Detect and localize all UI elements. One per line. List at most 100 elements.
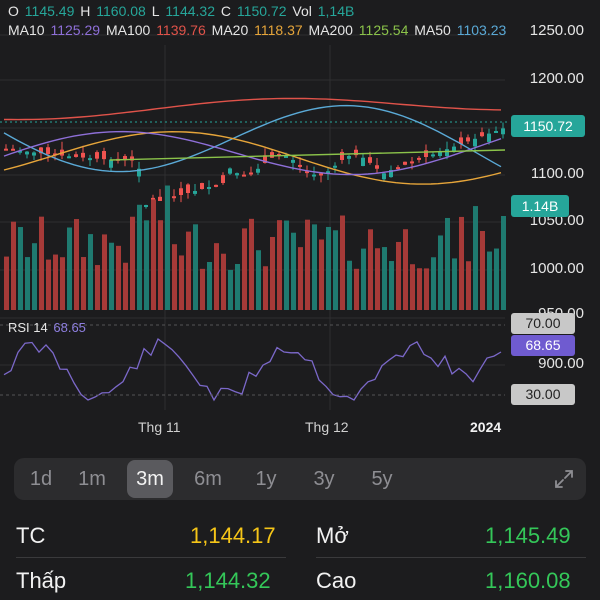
candle-body xyxy=(438,151,442,156)
range-1y-button[interactable]: 1y xyxy=(243,460,289,498)
candle-body xyxy=(382,173,386,180)
volume-bar xyxy=(102,234,107,310)
candle-body xyxy=(431,154,435,157)
rsi-current-tag: 68.65 xyxy=(511,335,575,356)
volume-bar xyxy=(445,217,450,310)
range-selector: 1d 1m 3m 6m 1y 3y 5y xyxy=(14,458,586,500)
range-1m-button[interactable]: 1m xyxy=(69,460,115,498)
candlestick-chart-svg[interactable] xyxy=(0,0,600,445)
candle-body xyxy=(193,191,197,194)
candle-body xyxy=(368,157,372,163)
volume-bar xyxy=(452,258,457,310)
volume-bar xyxy=(361,248,366,310)
divider xyxy=(16,557,286,558)
candle-body xyxy=(410,161,414,164)
divider xyxy=(316,557,586,558)
price-tick: 1000.00 xyxy=(529,260,584,277)
volume-bar xyxy=(67,227,72,310)
candle-body xyxy=(396,167,400,170)
volume-bar xyxy=(340,215,345,310)
volume-bar xyxy=(375,248,380,310)
price-tick: 1200.00 xyxy=(529,70,584,87)
candle-body xyxy=(25,151,29,155)
expand-icon[interactable] xyxy=(552,467,576,491)
volume-bar xyxy=(501,216,506,310)
candle-body xyxy=(95,152,99,159)
volume-bar xyxy=(389,261,394,310)
range-3m-button[interactable]: 3m xyxy=(127,460,173,498)
volume-bar xyxy=(137,204,142,310)
volume-bar xyxy=(326,226,331,310)
candle-body xyxy=(270,152,274,158)
volume-bar xyxy=(298,247,303,310)
candle-body xyxy=(46,147,50,155)
candle-body xyxy=(74,154,78,157)
ma50-value: 1103.23 xyxy=(456,22,507,38)
range-5y-button[interactable]: 5y xyxy=(359,460,405,498)
volume-bar xyxy=(130,216,135,310)
range-1d-button[interactable]: 1d xyxy=(18,460,64,498)
candle-body xyxy=(200,183,204,189)
candle-body xyxy=(214,184,218,187)
candle-body xyxy=(88,158,92,161)
volume-bar xyxy=(53,254,58,310)
moving-average-line xyxy=(4,97,502,121)
ma20-label: MA20 xyxy=(211,22,249,38)
volume-bar xyxy=(277,220,282,310)
volume-bar xyxy=(312,224,317,310)
volume-bar xyxy=(25,257,30,310)
close-label: C xyxy=(220,3,232,19)
low-label: L xyxy=(151,3,160,19)
candle-body xyxy=(11,148,15,151)
volume-bar xyxy=(466,261,471,310)
candle-body xyxy=(473,138,477,147)
candle-body xyxy=(403,161,407,165)
volume-bar xyxy=(151,199,156,310)
volume-bar xyxy=(4,256,9,310)
open-label: O xyxy=(8,3,19,19)
volume-bar xyxy=(74,219,79,310)
volume-bar xyxy=(39,216,44,310)
low-value: 1144.32 xyxy=(165,3,215,19)
volume-bar xyxy=(214,243,219,310)
volume-bar xyxy=(235,264,240,310)
volume-bar xyxy=(256,250,261,310)
volume-bar xyxy=(368,229,373,310)
low-stat-label: Thấp xyxy=(16,568,67,593)
ma-line: MA10 1125.29 MA100 1139.76 MA20 1118.37 … xyxy=(8,22,508,38)
candle-body xyxy=(235,173,239,176)
volume-bar xyxy=(95,265,100,310)
ma20-value: 1118.37 xyxy=(254,22,303,38)
candle-body xyxy=(102,150,106,160)
ma200-label: MA200 xyxy=(308,22,353,38)
stock-chart[interactable]: O 1145.49 H 1160.08 L 1144.32 C 1150.72 … xyxy=(0,0,600,445)
candle-body xyxy=(144,205,148,207)
rsi-label-line: RSI 14 68.65 xyxy=(8,320,88,335)
ma10-value: 1125.29 xyxy=(50,22,101,38)
candle-body xyxy=(347,155,351,159)
rsi-level-70: 70.00 xyxy=(511,313,575,334)
volume-bar xyxy=(46,259,51,310)
volume-bar xyxy=(158,220,163,310)
ma10-label: MA10 xyxy=(8,22,45,38)
candle-body xyxy=(186,184,190,193)
ma100-label: MA100 xyxy=(105,22,151,38)
volume-bar xyxy=(109,242,114,310)
volume-bar xyxy=(144,220,149,310)
volume-bar xyxy=(116,245,121,310)
candle-body xyxy=(466,137,470,142)
volume-bar xyxy=(228,269,233,310)
low-stat-value: 1,144.32 xyxy=(185,568,271,593)
range-3y-button[interactable]: 3y xyxy=(301,460,347,498)
candle-body xyxy=(81,152,85,158)
volume-bar xyxy=(32,243,37,310)
ma100-value: 1139.76 xyxy=(156,22,206,38)
candle-body xyxy=(312,174,316,177)
rsi-level-30: 30.00 xyxy=(511,384,575,405)
candle-body xyxy=(333,165,337,168)
candle-body xyxy=(179,188,183,195)
price-tick: 900.00 xyxy=(538,355,584,372)
range-6m-button[interactable]: 6m xyxy=(185,460,231,498)
volume-bar xyxy=(291,232,296,310)
ma200-value: 1125.54 xyxy=(358,22,409,38)
